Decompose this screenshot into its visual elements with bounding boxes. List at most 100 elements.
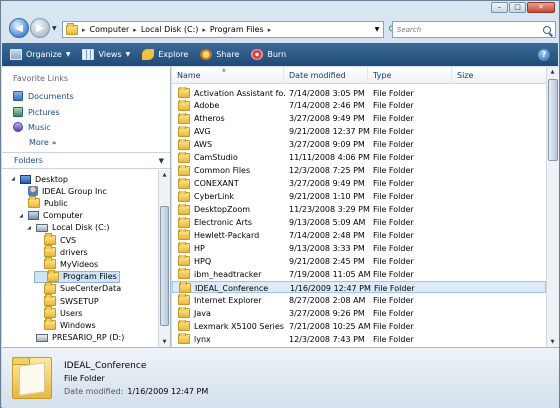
breadcrumb-local-disk[interactable]: Local Disk (C:)	[141, 25, 199, 34]
address-dropdown-icon[interactable]: ▼	[371, 22, 383, 37]
share-label: Share	[216, 50, 240, 59]
breadcrumb-separator-icon[interactable]: ▸	[202, 26, 206, 34]
search-input[interactable]	[397, 25, 537, 34]
folder-tree-label: Program Files	[63, 272, 117, 282]
file-row[interactable]: AVG 9/21/2008 12:37 PM File Folder	[172, 125, 546, 138]
file-row[interactable]: DesktopZoom 11/23/2008 3:29 PM File Folder	[172, 203, 546, 216]
file-row[interactable]: lynx 12/3/2008 7:43 PM File Folder	[172, 333, 546, 345]
folder-tree-item[interactable]: ◢ Desktop	[10, 173, 68, 185]
file-name: Common Files	[194, 166, 251, 176]
folder-icon	[178, 125, 190, 137]
scroll-up-icon[interactable]: ▲	[160, 170, 169, 180]
scroll-up-icon[interactable]: ▲	[548, 67, 557, 77]
column-header-name[interactable]: ▲ Name	[172, 67, 284, 84]
folder-tree-item[interactable]: Public	[18, 196, 68, 209]
column-header-size[interactable]: Size	[452, 67, 546, 84]
scrollbar-thumb[interactable]	[548, 79, 558, 161]
folder-tree-item[interactable]: drivers	[34, 245, 88, 258]
file-row[interactable]: Java 3/27/2008 9:26 PM File Folder	[172, 307, 546, 319]
folder-icon	[178, 164, 190, 176]
recent-pages-dropdown-icon[interactable]: ▼	[52, 25, 57, 32]
file-row[interactable]: Atheros 3/27/2008 9:49 PM File Folder	[172, 112, 546, 125]
file-row[interactable]: Lexmark X5100 Series 7/21/2008 10:25 AM Fi…	[172, 320, 546, 332]
close-button[interactable]: ✕	[527, 2, 555, 13]
file-row[interactable]: CamStudio 11/11/2008 4:06 PM File Folder	[172, 151, 546, 164]
help-icon[interactable]: ?	[538, 48, 550, 61]
favorite-link-pictures[interactable]: Pictures	[13, 107, 60, 117]
file-row[interactable]: ibm_headtracker 7/19/2008 11:05 AM File Fo…	[172, 268, 546, 280]
folder-tree-item[interactable]: PRESARIO_RP (D:)	[26, 332, 124, 344]
folder-tree-item[interactable]: SWSETUP	[34, 294, 99, 307]
expanded-arrow-icon[interactable]: ◢	[18, 213, 24, 219]
forward-button[interactable]: ▶	[30, 18, 50, 38]
breadcrumb-separator-icon[interactable]: ▸	[82, 26, 86, 34]
back-button[interactable]: ◀	[9, 18, 29, 38]
file-row[interactable]: Adobe 7/14/2008 2:46 PM File Folder	[172, 99, 546, 112]
column-header-type[interactable]: Type	[368, 67, 452, 84]
double-chevron-icon: »	[51, 139, 57, 147]
views-icon	[82, 49, 95, 60]
minimize-button[interactable]: –	[491, 2, 508, 13]
file-row[interactable]: HP 9/13/2008 3:33 PM File Folder	[172, 242, 546, 254]
file-type-cell: File Folder	[373, 101, 414, 111]
file-date-cell: 7/14/2008 2:48 PM	[289, 230, 365, 240]
favorite-link-documents[interactable]: Documents	[13, 91, 74, 101]
maximize-button[interactable]: □	[509, 2, 526, 13]
file-row[interactable]: Electronic Arts 9/13/2008 5:09 AM File Fol…	[172, 216, 546, 229]
file-row[interactable]: CyberLink 9/21/2008 1:10 PM File Folder	[172, 190, 546, 203]
file-row[interactable]: HPQ 9/21/2008 2:45 PM File Folder	[172, 255, 546, 267]
share-button[interactable]: Share	[200, 49, 239, 60]
folder-tree-item[interactable]: Users	[34, 306, 82, 319]
scrollbar-thumb[interactable]	[160, 206, 169, 326]
folder-tree-item[interactable]: SueCenterData	[34, 281, 121, 295]
more-links-button[interactable]: More»	[29, 138, 56, 147]
folder-tree-label: Windows	[60, 320, 96, 330]
column-header-row: ▲ Name Date modified Type Size	[172, 67, 546, 84]
search-icon[interactable]	[543, 25, 551, 34]
address-bar[interactable]: ▸ Computer ▸ Local Disk (C:) ▸ Program F…	[62, 21, 384, 38]
burn-button[interactable]: Burn	[251, 49, 286, 60]
folder-tree-item[interactable]: CVS	[34, 233, 77, 246]
folders-header[interactable]: Folders ▼	[2, 152, 170, 169]
file-type-cell: File Folder	[373, 114, 414, 124]
file-row[interactable]: IDEAL_Conference 1/16/2009 12:47 PM File F…	[172, 281, 546, 294]
scroll-down-icon[interactable]: ▼	[160, 337, 169, 347]
expanded-arrow-icon[interactable]: ◢	[26, 225, 32, 231]
file-list-scrollbar[interactable]: ▲ ▼	[546, 67, 559, 347]
breadcrumb-separator-icon[interactable]: ▸	[133, 26, 137, 34]
folder-tree-scrollbar[interactable]: ▲ ▼	[158, 170, 170, 347]
file-row[interactable]: Hewlett-Packard 7/14/2008 2:48 PM File Fol…	[172, 229, 546, 241]
breadcrumb-computer[interactable]: Computer	[90, 25, 130, 34]
breadcrumb-program-files[interactable]: Program Files	[210, 25, 264, 34]
file-date-cell: 12/3/2008 7:43 PM	[289, 334, 365, 344]
organize-button[interactable]: Organize ▼	[10, 49, 70, 60]
file-name-cell: AWS	[178, 138, 286, 151]
file-row[interactable]: Activation Assistant fo... 7/14/2008 3:05…	[172, 87, 546, 99]
expanded-arrow-icon[interactable]: ◢	[10, 176, 16, 182]
column-header-date-modified[interactable]: Date modified	[284, 67, 368, 84]
folder-tree-item[interactable]: ◢ Local Disk (C:)	[26, 222, 109, 234]
explore-button[interactable]: Explore	[142, 49, 188, 60]
file-row[interactable]: Common Files 12/3/2008 7:25 PM File Folder	[172, 164, 546, 177]
folder-tree-label: SWSETUP	[60, 296, 99, 306]
file-type-cell: File Folder	[373, 192, 414, 202]
search-box[interactable]	[392, 21, 556, 38]
favorite-link-music[interactable]: Music	[13, 122, 51, 132]
folder-tree-label: CVS	[60, 235, 77, 245]
file-row[interactable]: Internet Explorer 8/27/2008 2:08 AM File F…	[172, 294, 546, 306]
file-name: Atheros	[194, 114, 225, 124]
details-date-modified-value: 1/16/2009 12:47 PM	[127, 387, 209, 396]
folder-icon	[178, 255, 190, 267]
breadcrumb-separator-icon[interactable]: ▸	[268, 26, 272, 34]
file-type-cell: File Folder	[373, 218, 414, 227]
folder-tree-item[interactable]: IDEAL Group Inc	[18, 185, 107, 197]
folder-tree-item[interactable]: MyVideos	[34, 257, 98, 270]
folder-tree-item[interactable]: Windows	[34, 318, 96, 331]
file-row[interactable]: CONEXANT 3/27/2008 9:49 PM File Folder	[172, 177, 546, 190]
views-button[interactable]: Views ▼	[82, 49, 130, 60]
folder-tree-item[interactable]: Program Files	[34, 269, 120, 283]
folder-tree-item[interactable]: ◢ Computer	[18, 210, 83, 222]
scroll-down-icon[interactable]: ▼	[548, 337, 557, 347]
file-date-cell: 8/27/2008 2:08 AM	[289, 295, 366, 305]
file-row[interactable]: AWS 3/27/2008 9:09 PM File Folder	[172, 138, 546, 151]
